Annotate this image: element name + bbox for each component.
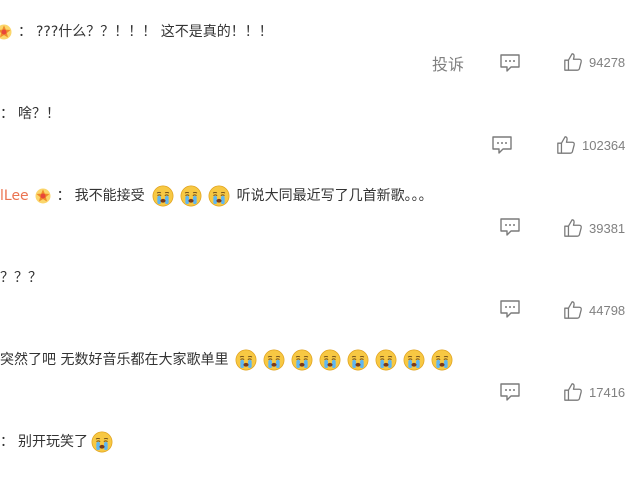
crying-face-emoji bbox=[403, 349, 425, 371]
like-count: 39381 bbox=[589, 220, 626, 236]
comment-icon[interactable] bbox=[499, 382, 521, 402]
crying-face-emoji bbox=[347, 349, 369, 371]
comment-separator: ： bbox=[0, 106, 14, 122]
crying-face-emoji bbox=[235, 349, 257, 371]
crying-face-emoji bbox=[152, 185, 174, 207]
report-link[interactable]: 投诉 bbox=[432, 51, 464, 75]
vip-badge-icon bbox=[0, 22, 14, 42]
like-count: 94278 bbox=[589, 54, 626, 70]
comment-icon[interactable] bbox=[499, 53, 521, 73]
comment-separator: ： bbox=[56, 188, 71, 204]
like-button[interactable]: 44798 bbox=[563, 299, 625, 321]
vip-badge-icon bbox=[33, 186, 53, 206]
crying-face-emoji bbox=[431, 349, 453, 371]
comment-icon[interactable] bbox=[499, 299, 521, 319]
like-button[interactable]: 94278 bbox=[563, 51, 625, 73]
comment-separator: ： bbox=[18, 24, 32, 40]
comment-body: 别开玩笑了 bbox=[18, 434, 88, 450]
crying-face-emoji bbox=[208, 185, 230, 207]
comment-text: ： ???什么？？！！！ 这不是真的！！！ bbox=[0, 22, 273, 42]
thumbs-up-icon bbox=[563, 300, 583, 320]
crying-face-emoji bbox=[375, 349, 397, 371]
like-count: 102364 bbox=[582, 137, 626, 153]
thumbs-up-icon bbox=[563, 382, 583, 402]
like-button[interactable]: 102364 bbox=[556, 134, 625, 156]
comment-separator: ： bbox=[0, 434, 14, 450]
user-name[interactable]: lLee bbox=[0, 186, 29, 206]
comment-text: ？？？ bbox=[0, 268, 42, 288]
thumbs-up-icon bbox=[563, 52, 583, 72]
comment-body: 我不能接受 bbox=[74, 188, 145, 204]
crying-face-emoji bbox=[263, 349, 285, 371]
comment-body: ？？？ bbox=[0, 270, 42, 286]
comment-text: ： 啥？！ bbox=[0, 104, 60, 124]
thumbs-up-icon bbox=[563, 218, 583, 238]
like-button[interactable]: 39381 bbox=[563, 217, 625, 239]
comment-body: 啥？！ bbox=[18, 106, 60, 122]
comment-icon[interactable] bbox=[491, 135, 513, 155]
crying-face-emoji bbox=[319, 349, 341, 371]
comment-body: 听说大同最近写了几首新歌。。。 bbox=[236, 188, 433, 204]
crying-face-emoji bbox=[291, 349, 313, 371]
comment-body: ???什么？？！！！ 这不是真的！！！ bbox=[36, 24, 273, 40]
comment-icon[interactable] bbox=[499, 217, 521, 237]
comment-text: 突然了吧 无数好音乐都在大家歌单里 bbox=[0, 349, 460, 371]
like-count: 44798 bbox=[589, 302, 626, 318]
comment-text: lLee ： 我不能接受 听说大同最近写了几首新歌。。。 bbox=[0, 185, 433, 207]
crying-face-emoji bbox=[180, 185, 202, 207]
comment-text: ： 别开玩笑了 bbox=[0, 431, 116, 453]
comment-body: 突然了吧 无数好音乐都在大家歌单里 bbox=[0, 352, 229, 368]
emoji-list bbox=[149, 185, 233, 207]
crying-face-emoji bbox=[91, 431, 113, 453]
thumbs-up-icon bbox=[556, 135, 576, 155]
like-count: 17416 bbox=[589, 384, 626, 400]
like-button[interactable]: 17416 bbox=[563, 381, 625, 403]
emoji-list bbox=[232, 349, 456, 371]
